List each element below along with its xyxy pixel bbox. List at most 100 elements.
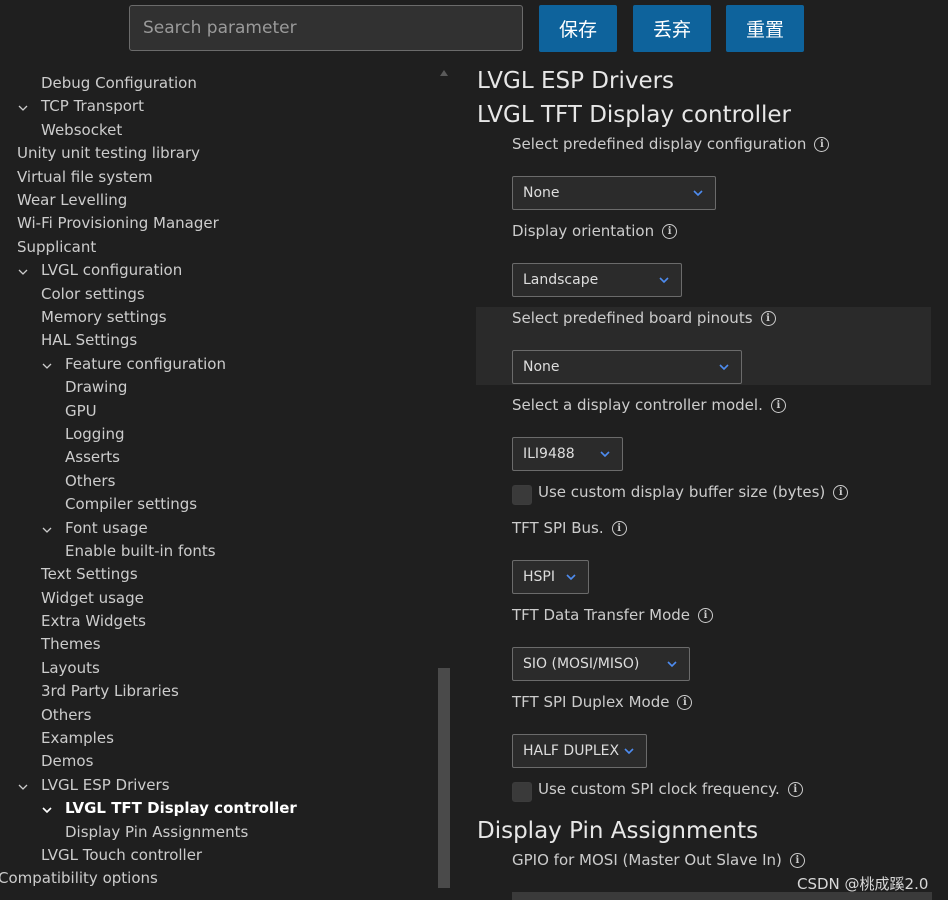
predefined-display-select[interactable]: None xyxy=(512,176,716,210)
tree-item-wear-levelling[interactable]: Wear Levelling xyxy=(17,189,127,212)
chevron-down-icon[interactable] xyxy=(40,359,54,373)
duplex-mode-select[interactable]: HALF DUPLEX xyxy=(512,734,647,768)
setting-label-spi-bus: TFT SPI Bus. i xyxy=(512,519,627,537)
setting-label-text: Select predefined board pinouts xyxy=(512,309,753,327)
tree-item-websocket[interactable]: Websocket xyxy=(41,119,122,142)
select-value: HSPI xyxy=(523,569,555,585)
orientation-select[interactable]: Landscape xyxy=(512,263,682,297)
setting-label-transfer-mode: TFT Data Transfer Mode i xyxy=(512,606,713,624)
select-value: None xyxy=(523,185,560,201)
setting-label-predefined-display: Select predefined display configuration … xyxy=(512,135,830,153)
info-icon[interactable]: i xyxy=(789,852,805,868)
info-icon[interactable]: i xyxy=(760,310,776,326)
tree-item-debug-configuration[interactable]: Debug Configuration xyxy=(41,72,197,95)
tree-item-logging[interactable]: Logging xyxy=(65,423,125,446)
setting-label-text: Display orientation xyxy=(512,222,655,240)
custom-clock-checkbox[interactable] xyxy=(512,782,532,802)
select-value: ILI9488 xyxy=(523,446,575,462)
tree-item-widget-usage[interactable]: Widget usage xyxy=(41,587,144,610)
tree-item-others-2[interactable]: Others xyxy=(41,704,91,727)
tree-item-feature-configuration[interactable]: Feature configuration xyxy=(65,353,226,376)
tree-item-display-pin-assignments[interactable]: Display Pin Assignments xyxy=(65,821,248,844)
chevron-down-icon[interactable] xyxy=(16,780,30,794)
discard-button[interactable]: 丢弃 xyxy=(633,5,711,52)
setting-label-board-pinouts: Select predefined board pinouts i xyxy=(512,309,776,327)
chevron-down-icon[interactable] xyxy=(16,265,30,279)
custom-buffer-label: Use custom display buffer size (bytes) i xyxy=(538,483,849,501)
info-icon[interactable]: i xyxy=(770,397,786,413)
tree-item-supplicant[interactable]: Supplicant xyxy=(17,236,96,259)
spi-bus-select[interactable]: HSPI xyxy=(512,560,589,594)
setting-label-controller-model: Select a display controller model. i xyxy=(512,396,786,414)
info-icon[interactable]: i xyxy=(833,484,849,500)
caret-down-icon xyxy=(566,574,576,581)
tree-item-memory-settings[interactable]: Memory settings xyxy=(41,306,167,329)
save-button[interactable]: 保存 xyxy=(539,5,617,52)
scroll-up-arrow-icon[interactable] xyxy=(440,70,448,76)
tree-item-drawing[interactable]: Drawing xyxy=(65,376,127,399)
setting-label-gpio-mosi: GPIO for MOSI (Master Out Slave In) i xyxy=(512,851,805,869)
tree-item-demos[interactable]: Demos xyxy=(41,750,93,773)
tree-item-asserts[interactable]: Asserts xyxy=(65,446,120,469)
tree-item-lvgl-configuration[interactable]: LVGL configuration xyxy=(41,259,182,282)
info-icon[interactable]: i xyxy=(677,694,693,710)
caret-down-icon xyxy=(667,661,677,668)
tree-item-tcp-transport[interactable]: TCP Transport xyxy=(41,95,144,118)
tree-item-extra-widgets[interactable]: Extra Widgets xyxy=(41,610,146,633)
info-icon[interactable]: i xyxy=(814,136,830,152)
watermark-text: CSDN @桃成蹊2.0 xyxy=(797,875,929,893)
tree-item-unity[interactable]: Unity unit testing library xyxy=(17,142,200,165)
tree-item-compiler-settings[interactable]: Compiler settings xyxy=(65,493,197,516)
tree-item-layouts[interactable]: Layouts xyxy=(41,657,100,680)
tree-item-themes[interactable]: Themes xyxy=(41,633,101,656)
setting-label-text: Select a display controller model. xyxy=(512,396,763,414)
info-icon[interactable]: i xyxy=(662,223,678,239)
tree-item-others[interactable]: Others xyxy=(65,470,115,493)
select-value: Landscape xyxy=(523,272,599,288)
section-title-pins: Display Pin Assignments xyxy=(477,818,759,844)
chevron-down-icon[interactable] xyxy=(16,101,30,115)
tree-item-lvgl-tft-display-controller[interactable]: LVGL TFT Display controller xyxy=(65,797,297,820)
chevron-down-icon[interactable] xyxy=(40,523,54,537)
tree-item-vfs[interactable]: Virtual file system xyxy=(17,166,153,189)
caret-down-icon xyxy=(719,364,729,371)
select-value: HALF DUPLEX xyxy=(523,743,620,759)
setting-label-text: Use custom display buffer size (bytes) xyxy=(538,483,826,501)
tree-item-enable-builtin-fonts[interactable]: Enable built-in fonts xyxy=(65,540,216,563)
setting-label-orientation: Display orientation i xyxy=(512,222,678,240)
info-icon[interactable]: i xyxy=(611,520,627,536)
setting-label-text: GPIO for MOSI (Master Out Slave In) xyxy=(512,851,782,869)
info-icon[interactable]: i xyxy=(787,781,803,797)
settings-tree: Debug Configuration TCP Transport Websoc… xyxy=(0,0,436,900)
tree-item-color-settings[interactable]: Color settings xyxy=(41,283,145,306)
tree-item-hal-settings[interactable]: HAL Settings xyxy=(41,329,137,352)
caret-down-icon xyxy=(600,451,610,458)
chevron-down-icon[interactable] xyxy=(40,803,54,817)
caret-down-icon xyxy=(659,277,669,284)
tree-item-text-settings[interactable]: Text Settings xyxy=(41,563,138,586)
transfer-mode-select[interactable]: SIO (MOSI/MISO) xyxy=(512,647,690,681)
info-icon[interactable]: i xyxy=(698,607,713,623)
tree-item-font-usage[interactable]: Font usage xyxy=(65,517,148,540)
tree-item-lvgl-esp-drivers[interactable]: LVGL ESP Drivers xyxy=(41,774,170,797)
select-value: SIO (MOSI/MISO) xyxy=(523,656,640,672)
custom-buffer-checkbox[interactable] xyxy=(512,485,532,505)
caret-down-icon xyxy=(624,748,634,755)
tree-item-gpu[interactable]: GPU xyxy=(65,400,97,423)
tree-item-examples[interactable]: Examples xyxy=(41,727,114,750)
caret-down-icon xyxy=(693,190,703,197)
tree-item-compatibility-options[interactable]: Compatibility options xyxy=(0,867,158,890)
reset-button[interactable]: 重置 xyxy=(726,5,804,52)
tree-item-lvgl-touch-controller[interactable]: LVGL Touch controller xyxy=(41,844,202,867)
setting-label-text: TFT SPI Duplex Mode xyxy=(512,693,670,711)
board-pinouts-select[interactable]: None xyxy=(512,350,742,384)
select-value: None xyxy=(523,359,560,375)
tree-item-wifi-prov[interactable]: Wi-Fi Provisioning Manager xyxy=(17,212,219,235)
section-title-tft: LVGL TFT Display controller xyxy=(477,102,792,128)
controller-model-select[interactable]: ILI9488 xyxy=(512,437,623,471)
tree-item-3rd-party[interactable]: 3rd Party Libraries xyxy=(41,680,179,703)
setting-label-text: Select predefined display configuration xyxy=(512,135,807,153)
setting-label-text: TFT Data Transfer Mode xyxy=(512,606,690,624)
sidebar-scroll-thumb[interactable] xyxy=(438,668,450,888)
section-title-drivers: LVGL ESP Drivers xyxy=(477,68,675,94)
